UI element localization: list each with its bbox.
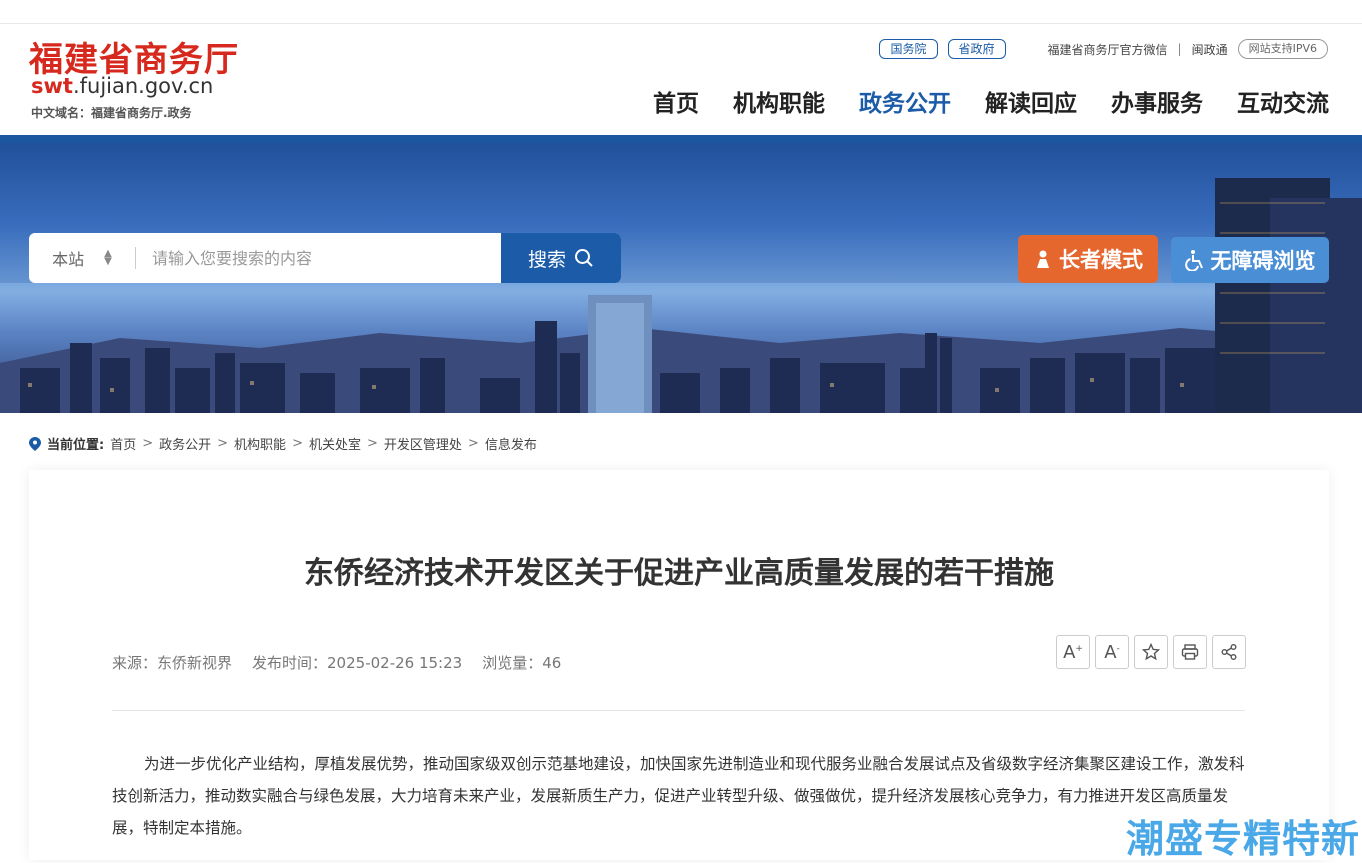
article-card: 东侨经济技术开发区关于促进产业高质量发展的若干措施 来源：东侨新视界 发布时间：… <box>29 470 1329 860</box>
watermark: 潮盛专精特新 <box>1126 817 1361 861</box>
breadcrumb-separator: > <box>217 436 229 451</box>
search-scope-select[interactable]: 本站 ▲ ▼ <box>29 247 136 269</box>
search-icon <box>575 249 593 267</box>
elder-icon <box>1037 250 1049 268</box>
breadcrumb-separator: > <box>292 436 303 451</box>
minzhengtong-link[interactable]: 闽政通 <box>1192 41 1228 58</box>
breadcrumb-label: 当前位置: <box>47 438 105 453</box>
nav-services[interactable]: 办事服务 <box>1111 84 1203 118</box>
accessibility-label: 无障碍浏览 <box>1210 249 1316 273</box>
top-links: 国务院 省政府 福建省商务厅官方微信 | 闽政通 网站支持IPV6 <box>879 39 1328 59</box>
breadcrumb-separator: > <box>366 436 378 451</box>
logo-en-suffix: .fujian.gov.cn <box>72 74 214 98</box>
link-divider: | <box>1177 42 1182 56</box>
article-source: 来源：东侨新视界 <box>112 654 233 672</box>
elder-mode-button[interactable]: 长者模式 <box>1018 235 1158 283</box>
favorite-button[interactable] <box>1134 635 1168 669</box>
province-gov-link[interactable]: 省政府 <box>947 39 1006 59</box>
nav-home[interactable]: 首页 <box>653 84 699 118</box>
header-bar <box>0 135 1362 143</box>
updown-arrow-icon: ▲ ▼ <box>104 248 112 267</box>
site-domain-logo: swt.fujian.gov.cn <box>31 74 213 98</box>
article-views: 浏览量：46 <box>482 654 562 672</box>
nav-interaction[interactable]: 互动交流 <box>1237 84 1329 118</box>
print-button[interactable] <box>1173 635 1207 669</box>
breadcrumb-separator: > <box>467 436 479 451</box>
banner: 本站 ▲▼ 搜索 长者模式 无障碍浏览 <box>0 143 1362 413</box>
article-meta: 来源：东侨新视界 发布时间：2025-02-26 15:23 浏览量：46 <box>112 652 561 673</box>
breadcrumb-gov-affairs[interactable]: 政务公开 <box>159 434 211 453</box>
breadcrumb-devzone[interactable]: 开发区管理处 <box>384 434 462 453</box>
search-button-label: 搜索 <box>527 248 566 271</box>
search-scope-label: 本站 <box>52 250 85 269</box>
nav-gov-affairs[interactable]: 政务公开 <box>859 84 951 118</box>
share-icon <box>1221 644 1237 660</box>
article-publish-time: 发布时间：2025-02-26 15:23 <box>252 654 463 672</box>
nav-interpretation[interactable]: 解读回应 <box>985 84 1077 118</box>
font-decrease-icon: A- <box>1104 641 1120 663</box>
star-icon <box>1142 643 1160 661</box>
accessibility-button[interactable]: 无障碍浏览 <box>1171 237 1329 283</box>
share-button[interactable] <box>1212 635 1246 669</box>
font-decrease-button[interactable]: A- <box>1095 635 1129 669</box>
ipv6-badge: 网站支持IPV6 <box>1237 39 1328 59</box>
site-header: 福建省商务厅 swt.fujian.gov.cn 中文域名：福建省商务厅.政务 … <box>0 24 1362 135</box>
elder-mode-label: 长者模式 <box>1059 248 1143 272</box>
state-council-link[interactable]: 国务院 <box>879 39 938 59</box>
search-button[interactable]: 搜索 <box>501 233 621 283</box>
logo-en-prefix: swt <box>31 74 73 98</box>
search-bar: 本站 ▲▼ 搜索 <box>29 233 621 283</box>
location-pin-icon <box>29 436 41 451</box>
nav-functions[interactable]: 机构职能 <box>733 84 825 118</box>
breadcrumb-functions[interactable]: 机构职能 <box>234 434 286 453</box>
search-input[interactable] <box>136 247 501 269</box>
wechat-link[interactable]: 福建省商务厅官方微信 <box>1048 41 1168 58</box>
font-increase-button[interactable]: A+ <box>1056 635 1090 669</box>
breadcrumb: 当前位置: 首页 > 政务公开 > 机构职能 > 机关处室 > 开发区管理处 > 信息发布 <box>29 434 537 453</box>
breadcrumb-home[interactable]: 首页 <box>110 434 136 453</box>
breadcrumb-separator: > <box>142 436 154 451</box>
meta-divider <box>112 710 1245 711</box>
main-nav: 首页 机构职能 政务公开 解读回应 办事服务 互动交流 <box>653 84 1329 118</box>
font-increase-icon: A+ <box>1063 641 1083 663</box>
print-icon <box>1181 644 1199 660</box>
top-strip <box>0 0 1362 24</box>
article-tools: A+ A- <box>1056 635 1246 669</box>
wheelchair-icon <box>1184 250 1203 271</box>
article-paragraph: 为进一步优化产业结构，厚植发展优势，推动国家级双创示范基地建设，加快国家先进制造… <box>112 755 1245 837</box>
chinese-domain: 中文域名：福建省商务厅.政务 <box>31 106 192 120</box>
breadcrumb-news[interactable]: 信息发布 <box>485 434 537 453</box>
breadcrumb-offices[interactable]: 机关处室 <box>309 434 361 453</box>
article-title: 东侨经济技术开发区关于促进产业高质量发展的若干措施 <box>304 556 1054 591</box>
